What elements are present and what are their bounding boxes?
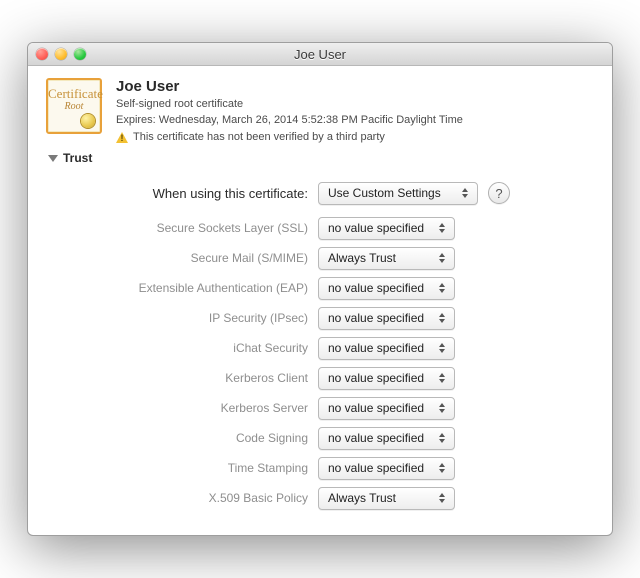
popup-arrows-icon	[434, 430, 450, 447]
row-x509: X.509 Basic Policy Always Trust	[46, 483, 594, 513]
x509-value: Always Trust	[328, 491, 396, 505]
trust-section-title: Trust	[63, 151, 92, 165]
certificate-icon-label: Certificate	[48, 86, 100, 102]
popup-arrows-icon	[434, 370, 450, 387]
certificate-header: Certificate Root Joe User Self-signed ro…	[46, 78, 594, 145]
kerberos-client-value: no value specified	[328, 371, 424, 385]
when-using-popup[interactable]: Use Custom Settings	[318, 182, 478, 205]
popup-arrows-icon	[434, 340, 450, 357]
row-time-stamping: Time Stamping no value specified	[46, 453, 594, 483]
popup-arrows-icon	[434, 310, 450, 327]
kerberos-client-label: Kerberos Client	[46, 371, 318, 385]
ipsec-value: no value specified	[328, 311, 424, 325]
disclosure-triangle-icon[interactable]	[48, 155, 58, 162]
popup-arrows-icon	[434, 400, 450, 417]
kerberos-server-label: Kerberos Server	[46, 401, 318, 415]
smime-value: Always Trust	[328, 251, 396, 265]
certificate-name: Joe User	[116, 78, 463, 95]
popup-arrows-icon	[434, 490, 450, 507]
seal-icon	[81, 114, 95, 128]
kerberos-server-popup[interactable]: no value specified	[318, 397, 455, 420]
window-title: Joe User	[28, 47, 612, 62]
certificate-warning: This certificate has not been verified b…	[116, 129, 463, 145]
code-signing-value: no value specified	[328, 431, 424, 445]
close-icon[interactable]	[36, 48, 48, 60]
kerberos-server-value: no value specified	[328, 401, 424, 415]
row-ssl: Secure Sockets Layer (SSL) no value spec…	[46, 213, 594, 243]
ichat-label: iChat Security	[46, 341, 318, 355]
certificate-icon-sublabel: Root	[48, 101, 100, 112]
code-signing-label: Code Signing	[46, 431, 318, 445]
certificate-warning-text: This certificate has not been verified b…	[133, 129, 385, 145]
row-kerberos-server: Kerberos Server no value specified	[46, 393, 594, 423]
eap-popup[interactable]: no value specified	[318, 277, 455, 300]
popup-arrows-icon	[457, 185, 473, 202]
certificate-trust-window: Joe User Certificate Root Joe User Self-…	[27, 42, 613, 536]
zoom-icon[interactable]	[74, 48, 86, 60]
kerberos-client-popup[interactable]: no value specified	[318, 367, 455, 390]
traffic-lights	[36, 48, 86, 60]
ipsec-label: IP Security (IPsec)	[46, 311, 318, 325]
time-stamping-label: Time Stamping	[46, 461, 318, 475]
ssl-label: Secure Sockets Layer (SSL)	[46, 221, 318, 235]
row-ipsec: IP Security (IPsec) no value specified	[46, 303, 594, 333]
ssl-value: no value specified	[328, 221, 424, 235]
when-using-label: When using this certificate:	[46, 186, 318, 201]
row-ichat: iChat Security no value specified	[46, 333, 594, 363]
ichat-popup[interactable]: no value specified	[318, 337, 455, 360]
content-area: Certificate Root Joe User Self-signed ro…	[28, 66, 612, 535]
time-stamping-popup[interactable]: no value specified	[318, 457, 455, 480]
row-code-signing: Code Signing no value specified	[46, 423, 594, 453]
row-kerberos-client: Kerberos Client no value specified	[46, 363, 594, 393]
popup-arrows-icon	[434, 220, 450, 237]
help-button[interactable]: ?	[488, 182, 510, 204]
row-smime: Secure Mail (S/MIME) Always Trust	[46, 243, 594, 273]
warning-icon	[116, 132, 128, 143]
when-using-value: Use Custom Settings	[328, 186, 441, 200]
smime-popup[interactable]: Always Trust	[318, 247, 455, 270]
certificate-summary: Joe User Self-signed root certificate Ex…	[116, 78, 463, 145]
ipsec-popup[interactable]: no value specified	[318, 307, 455, 330]
eap-label: Extensible Authentication (EAP)	[46, 281, 318, 295]
row-eap: Extensible Authentication (EAP) no value…	[46, 273, 594, 303]
popup-arrows-icon	[434, 460, 450, 477]
titlebar[interactable]: Joe User	[28, 43, 612, 66]
ssl-popup[interactable]: no value specified	[318, 217, 455, 240]
row-when-using: When using this certificate: Use Custom …	[46, 175, 594, 211]
eap-value: no value specified	[328, 281, 424, 295]
trust-section-header[interactable]: Trust	[46, 151, 594, 165]
minimize-icon[interactable]	[55, 48, 67, 60]
trust-form: When using this certificate: Use Custom …	[46, 175, 594, 513]
x509-popup[interactable]: Always Trust	[318, 487, 455, 510]
certificate-expires: Expires: Wednesday, March 26, 2014 5:52:…	[116, 112, 463, 128]
popup-arrows-icon	[434, 250, 450, 267]
certificate-icon: Certificate Root	[46, 78, 102, 134]
code-signing-popup[interactable]: no value specified	[318, 427, 455, 450]
popup-arrows-icon	[434, 280, 450, 297]
help-icon: ?	[495, 186, 502, 201]
smime-label: Secure Mail (S/MIME)	[46, 251, 318, 265]
ichat-value: no value specified	[328, 341, 424, 355]
certificate-kind: Self-signed root certificate	[116, 96, 463, 112]
time-stamping-value: no value specified	[328, 461, 424, 475]
x509-label: X.509 Basic Policy	[46, 491, 318, 505]
